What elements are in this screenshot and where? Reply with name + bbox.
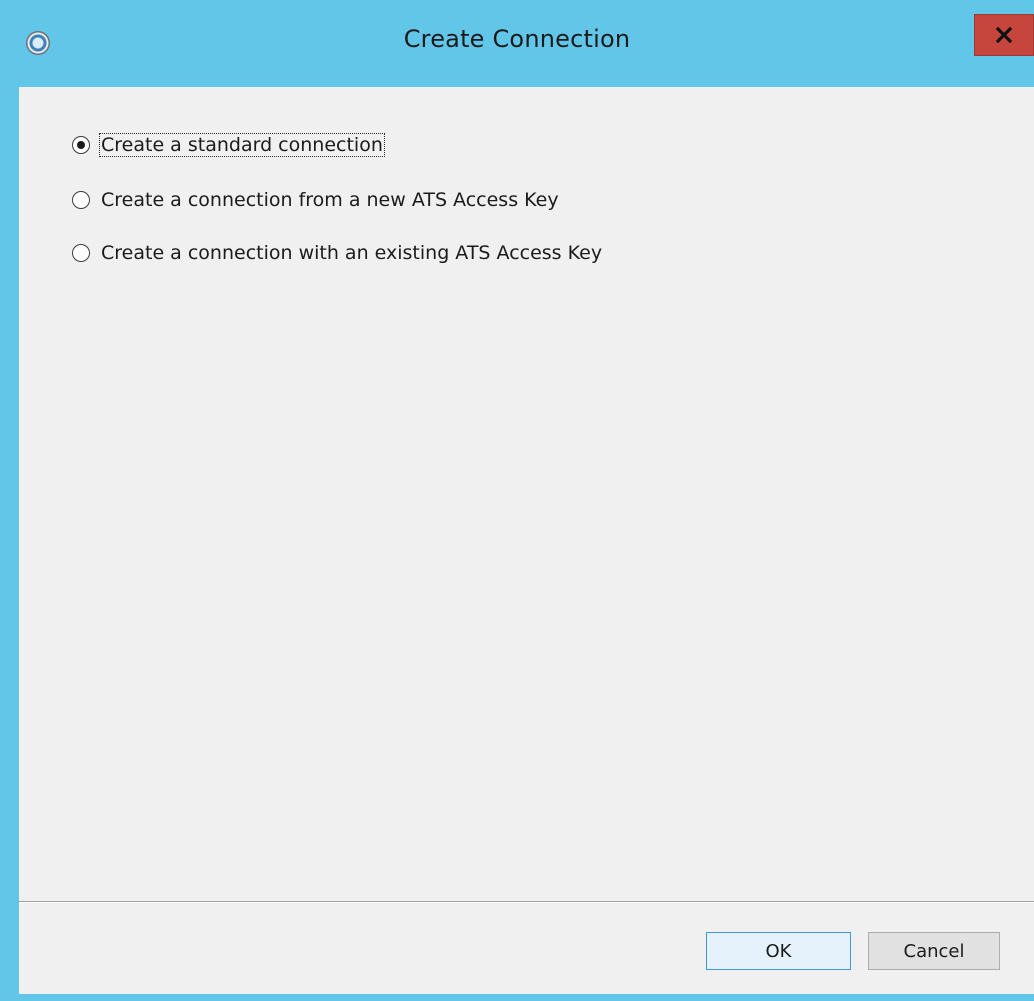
option-new-ats-access-key[interactable]: Create a connection from a new ATS Acces… — [72, 185, 560, 215]
close-icon — [996, 27, 1012, 43]
window-title: Create Connection — [403, 25, 631, 53]
cancel-button[interactable]: Cancel — [868, 932, 1000, 970]
option-label[interactable]: Create a standard connection — [99, 133, 385, 157]
ok-button[interactable]: OK — [706, 932, 851, 970]
radio-button-existing-key[interactable] — [72, 244, 90, 262]
option-label[interactable]: Create a connection from a new ATS Acces… — [100, 189, 560, 211]
title-bar[interactable]: Create Connection — [0, 0, 1034, 87]
create-connection-dialog: Create Connection Create a standard conn… — [0, 0, 1034, 1001]
radio-button-new-key[interactable] — [72, 191, 90, 209]
footer-divider — [19, 901, 1034, 903]
dialog-body: Create a standard connection Create a co… — [19, 87, 1034, 994]
option-label[interactable]: Create a connection with an existing ATS… — [100, 242, 603, 264]
option-existing-ats-access-key[interactable]: Create a connection with an existing ATS… — [72, 238, 603, 268]
radio-button-standard[interactable] — [72, 136, 90, 154]
option-standard-connection[interactable]: Create a standard connection — [72, 130, 385, 160]
close-button[interactable] — [974, 14, 1034, 56]
